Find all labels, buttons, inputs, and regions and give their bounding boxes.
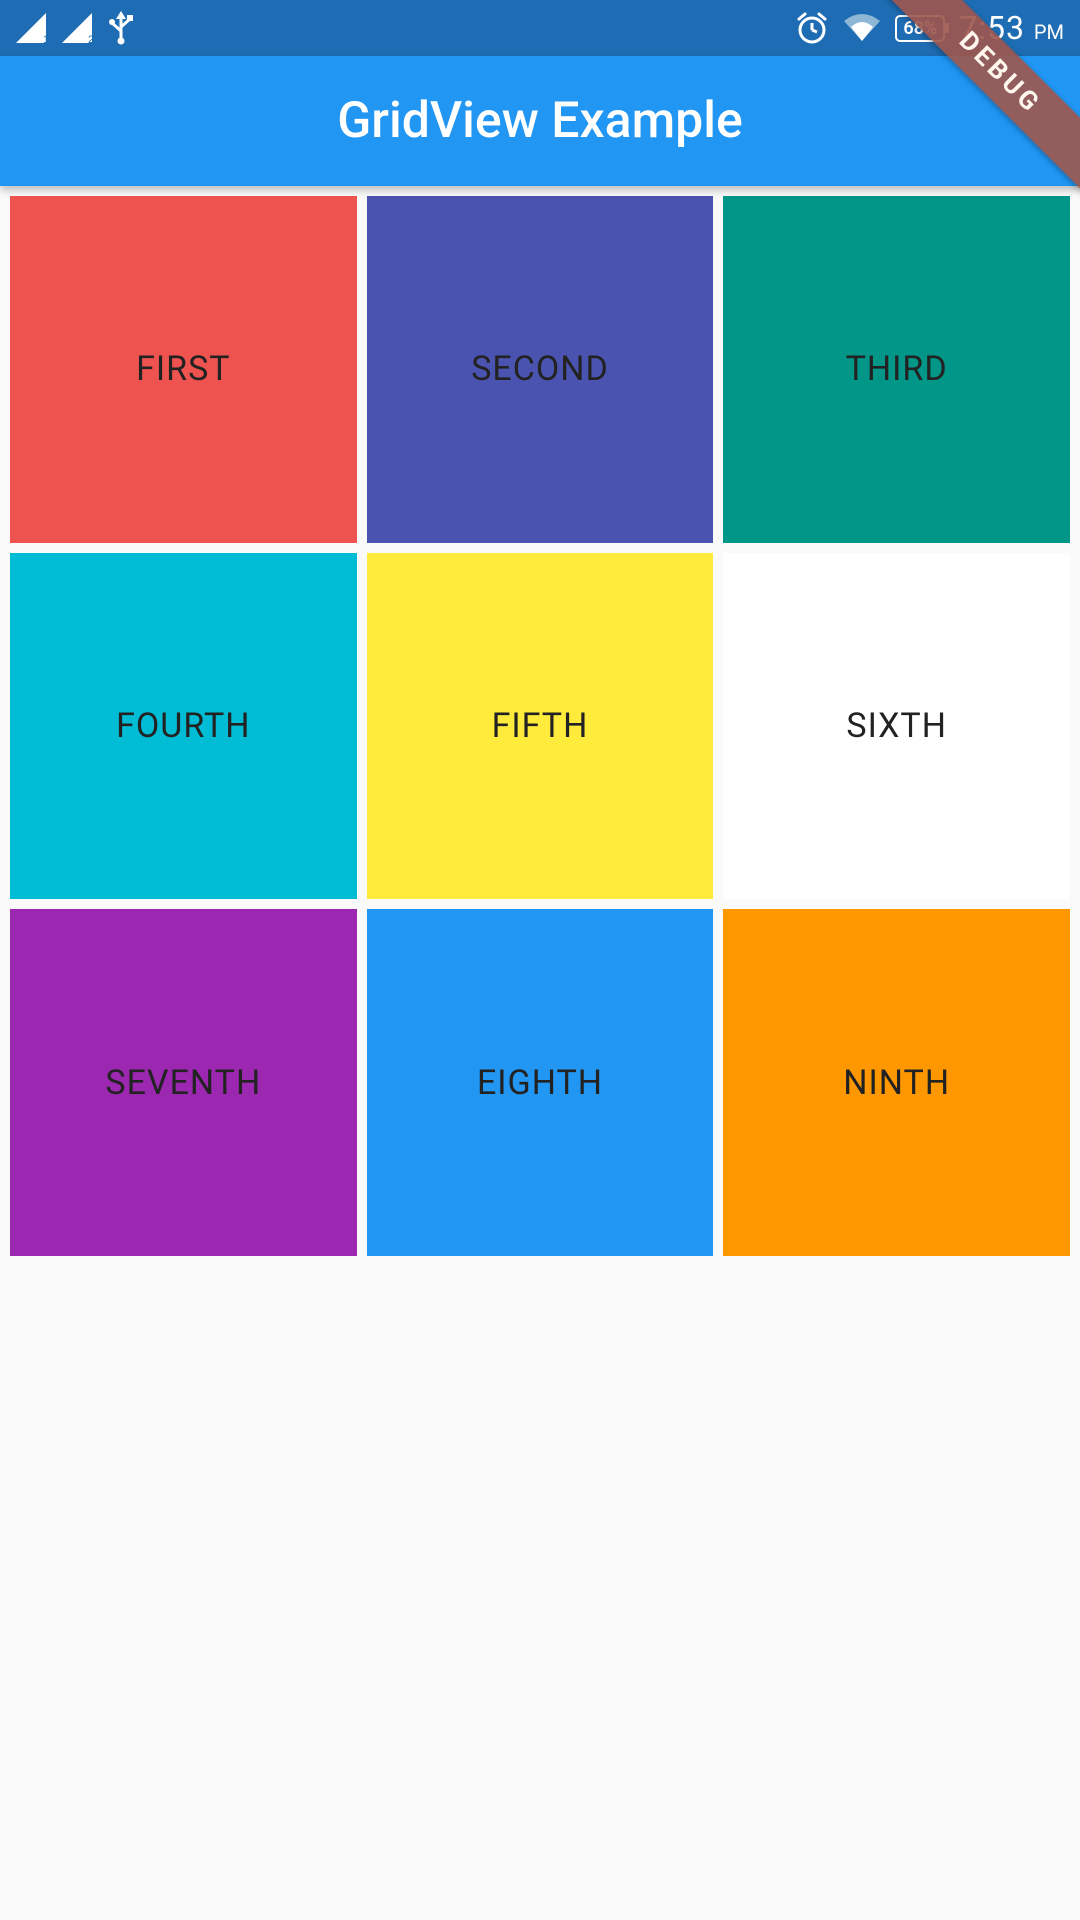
grid-tile-first[interactable]: FIRST <box>10 196 357 543</box>
tile-label: FOURTH <box>116 706 250 746</box>
tile-label: SEVENTH <box>105 1063 261 1103</box>
tile-label: EIGHTH <box>477 1063 603 1103</box>
grid-tile-ninth[interactable]: NINTH <box>723 909 1070 1256</box>
clock-ampm: PM <box>1034 20 1064 44</box>
grid-tile-fourth[interactable]: FOURTH <box>10 553 357 900</box>
tile-label: SECOND <box>471 349 609 389</box>
tile-label: FIRST <box>136 349 230 389</box>
signal-1-icon: 1 <box>16 13 48 43</box>
page-title: GridView Example <box>337 92 743 150</box>
app-bar: GridView Example <box>0 56 1080 186</box>
android-status-bar: 1 2 <box>0 0 1080 56</box>
grid-view: FIRST SECOND THIRD FOURTH FIFTH SIXTH SE… <box>0 186 1080 1266</box>
grid-tile-seventh[interactable]: SEVENTH <box>10 909 357 1256</box>
usb-icon <box>108 11 134 45</box>
grid-tile-second[interactable]: SECOND <box>367 196 714 543</box>
grid-tile-fifth[interactable]: FIFTH <box>367 553 714 900</box>
signal-2-icon: 2 <box>62 13 94 43</box>
grid-tile-eighth[interactable]: EIGHTH <box>367 909 714 1256</box>
tile-label: NINTH <box>843 1063 950 1103</box>
wifi-icon <box>843 13 881 43</box>
clock-text: 7:53 PM <box>959 9 1064 47</box>
svg-text:2: 2 <box>88 34 94 43</box>
battery-indicator: 68% <box>895 15 945 42</box>
grid-tile-third[interactable]: THIRD <box>723 196 1070 543</box>
status-right-group: 68% 7:53 PM <box>795 9 1064 47</box>
alarm-icon <box>795 11 829 45</box>
svg-text:1: 1 <box>43 34 48 43</box>
tile-label: SIXTH <box>846 706 947 746</box>
status-left-group: 1 2 <box>16 11 134 45</box>
clock-time: 7:53 <box>959 9 1025 47</box>
battery-text: 68% <box>903 18 937 39</box>
tile-label: FIFTH <box>492 706 589 746</box>
grid-tile-sixth[interactable]: SIXTH <box>723 553 1070 900</box>
tile-label: THIRD <box>846 349 948 389</box>
